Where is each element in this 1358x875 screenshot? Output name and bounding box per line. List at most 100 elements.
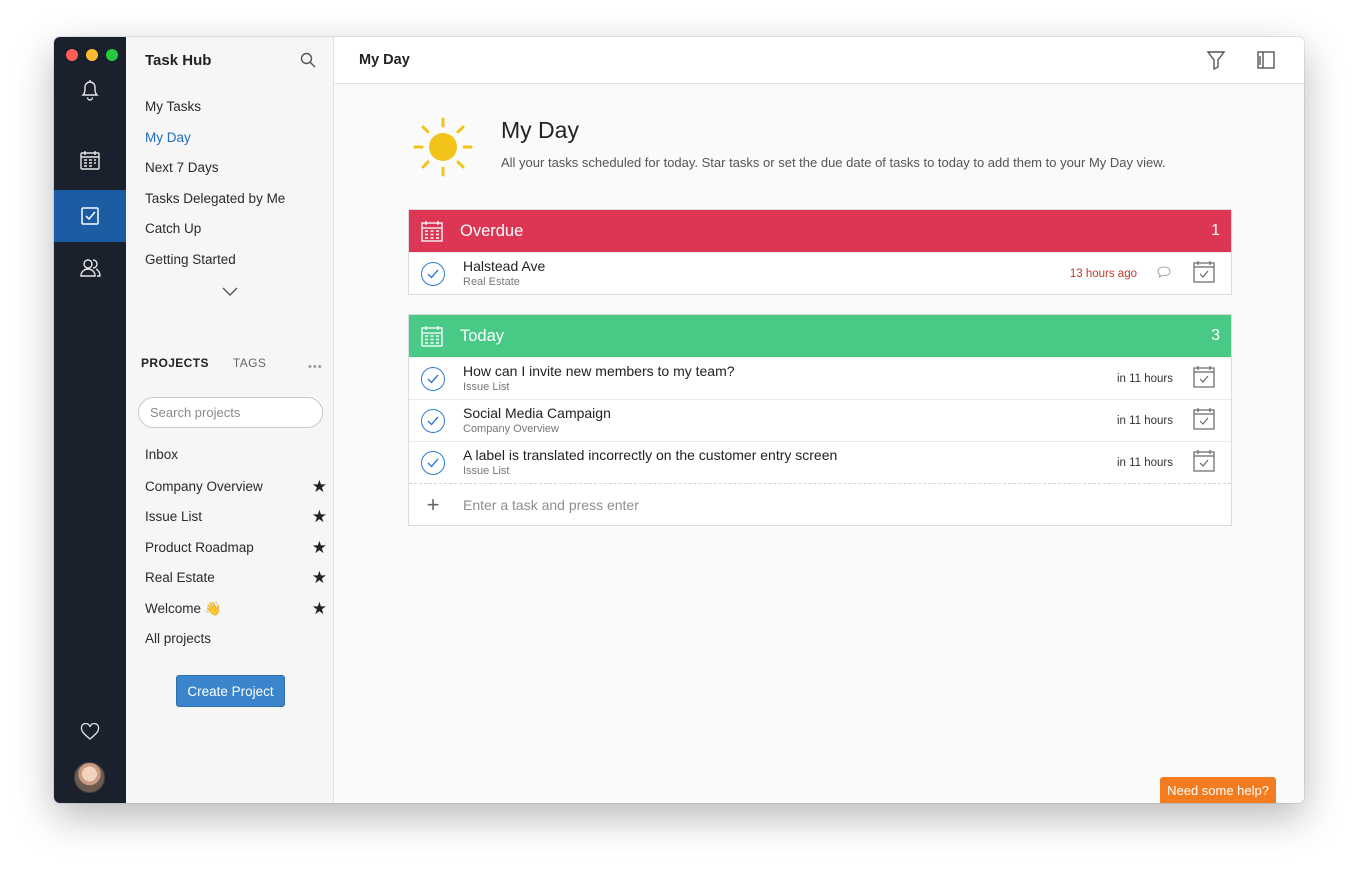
nav-item-my-tasks[interactable]: My Tasks [145, 99, 201, 114]
close-window-button[interactable] [66, 49, 78, 61]
nav-item-next-7-days[interactable]: Next 7 Days [145, 160, 219, 175]
hero-title: My Day [501, 117, 579, 143]
schedule-button[interactable] [1193, 259, 1215, 288]
tab-tags[interactable]: TAGS [233, 356, 266, 370]
topbar-actions [1206, 49, 1276, 76]
filter-button[interactable] [1206, 49, 1226, 76]
star-icon[interactable]: ★ [312, 569, 327, 586]
star-icon[interactable]: ★ [312, 508, 327, 525]
today-header[interactable]: Today 3 [409, 315, 1231, 357]
task-row[interactable]: Social Media Campaign Company Overview i… [409, 399, 1231, 441]
task-text: Social Media Campaign Company Overview [463, 405, 1117, 436]
task-row[interactable]: How can I invite new members to my team?… [409, 357, 1231, 399]
task-text: How can I invite new members to my team?… [463, 363, 1117, 394]
schedule-button[interactable] [1193, 448, 1215, 477]
toggle-panel-button[interactable] [1256, 49, 1276, 76]
complete-task-button[interactable] [421, 408, 445, 433]
minimize-window-button[interactable] [86, 49, 98, 61]
app-title: Task Hub [145, 52, 212, 69]
project-label: Issue List [145, 509, 203, 524]
side-panel-icon [1257, 51, 1275, 69]
filter-icon [1206, 51, 1226, 71]
project-label: All projects [145, 631, 212, 646]
check-icon [427, 416, 439, 426]
project-item-welcome[interactable]: Welcome 👋 ★ [145, 600, 327, 617]
project-item-inbox[interactable]: Inbox [145, 447, 327, 462]
star-icon[interactable]: ★ [312, 478, 327, 495]
schedule-button[interactable] [1193, 406, 1215, 435]
help-button[interactable]: Need some help? [1160, 777, 1276, 803]
overdue-header[interactable]: Overdue 1 [409, 210, 1231, 252]
avatar[interactable] [74, 762, 105, 793]
check-icon [427, 269, 439, 279]
today-section: Today 3 How can I invite new members to … [408, 314, 1232, 526]
star-icon[interactable]: ★ [312, 600, 327, 617]
task-title: Social Media Campaign [463, 405, 611, 421]
project-label: Real Estate [145, 570, 215, 585]
task-row[interactable]: A label is translated incorrectly on the… [409, 441, 1231, 483]
nav-item-catch-up[interactable]: Catch Up [145, 221, 201, 236]
bell-icon [81, 80, 99, 101]
section-title: Today [460, 326, 505, 345]
project-label: Company Overview [145, 479, 263, 494]
rail-people-button[interactable] [54, 242, 126, 294]
page-title: My Day [359, 52, 410, 68]
project-label: Product Roadmap [145, 540, 254, 555]
project-item-company-overview[interactable]: Company Overview ★ [145, 478, 327, 495]
icon-rail [54, 37, 126, 803]
project-item-issue-list[interactable]: Issue List ★ [145, 508, 327, 525]
sidebar: Task Hub My Tasks My Day Next 7 Days Tas… [126, 37, 334, 803]
project-item-real-estate[interactable]: Real Estate ★ [145, 569, 327, 586]
create-project-button[interactable]: Create Project [176, 675, 285, 707]
rail-notifications-button[interactable] [54, 64, 126, 116]
star-icon[interactable]: ★ [312, 539, 327, 556]
task-text: A label is translated incorrectly on the… [463, 447, 1117, 478]
calendar-icon [80, 151, 100, 170]
schedule-button[interactable] [1193, 364, 1215, 393]
add-task-row: + [409, 483, 1231, 525]
complete-task-button[interactable] [421, 450, 445, 475]
search-projects-input[interactable] [138, 397, 323, 428]
task-due: 13 hours ago [1069, 267, 1137, 280]
rail-tasks-button[interactable] [54, 190, 126, 242]
main-content: My Day My Day All your tasks scheduled f… [335, 37, 1304, 803]
task-project: Real Estate [463, 276, 520, 288]
project-item-product-roadmap[interactable]: Product Roadmap ★ [145, 539, 327, 556]
tabs-menu-button[interactable]: ••• [308, 361, 323, 373]
rail-calendar-button[interactable] [54, 134, 126, 186]
maximize-window-button[interactable] [106, 49, 118, 61]
hero-description: All your tasks scheduled for today. Star… [501, 155, 1166, 170]
comment-button[interactable] [1157, 265, 1171, 283]
complete-task-button[interactable] [421, 366, 445, 391]
check-icon [427, 374, 439, 384]
complete-task-button[interactable] [421, 261, 445, 286]
calendar-check-icon [1193, 261, 1215, 283]
sun-icon [413, 117, 473, 182]
task-row[interactable]: Halstead Ave Real Estate 13 hours ago [409, 252, 1231, 294]
calendar-check-icon [1193, 450, 1215, 472]
task-due: in 11 hours [1116, 456, 1173, 469]
task-project: Issue List [463, 381, 510, 393]
comment-icon [1157, 265, 1171, 278]
task-title: How can I invite new members to my team? [463, 363, 735, 379]
project-item-all-projects[interactable]: All projects [145, 631, 327, 646]
search-button[interactable] [300, 52, 316, 73]
project-label: Welcome 👋 [145, 600, 222, 616]
chevron-down-icon [222, 287, 238, 296]
task-project: Company Overview [463, 423, 559, 435]
tab-projects[interactable]: PROJECTS [141, 356, 209, 370]
nav-item-my-day[interactable]: My Day [145, 130, 191, 145]
nav-item-tasks-delegated[interactable]: Tasks Delegated by Me [145, 191, 285, 206]
sidebar-tabs: PROJECTS TAGS [141, 356, 266, 370]
section-count: 1 [1211, 222, 1220, 239]
add-task-input[interactable] [463, 496, 863, 513]
plus-icon[interactable]: + [421, 492, 445, 518]
calendar-icon [421, 221, 443, 242]
users-icon [80, 259, 101, 277]
nav-item-getting-started[interactable]: Getting Started [145, 252, 236, 267]
check-icon [427, 458, 439, 468]
task-text: Halstead Ave Real Estate [463, 258, 1070, 289]
checkbox-icon [81, 207, 99, 225]
nav-expand-button[interactable] [222, 284, 238, 302]
rail-favorites-button[interactable] [54, 706, 126, 758]
